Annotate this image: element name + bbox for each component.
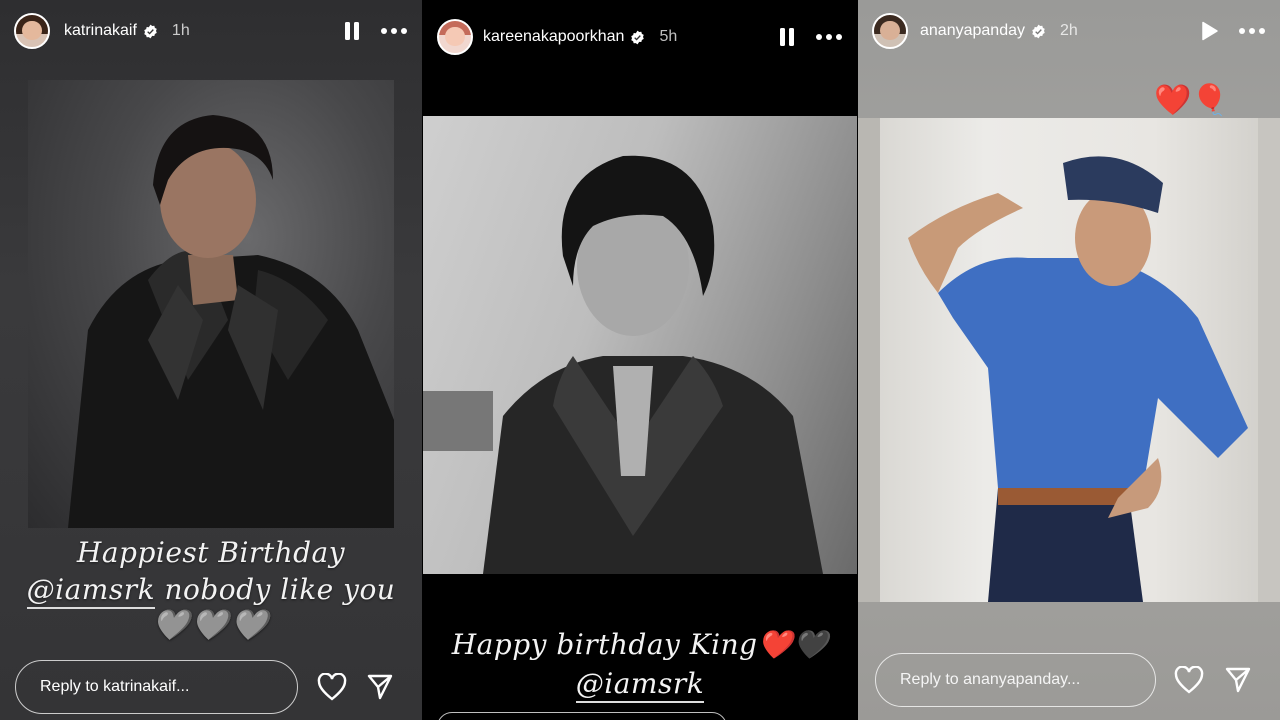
avatar[interactable] [437, 19, 473, 55]
like-button[interactable] [1173, 664, 1205, 696]
username[interactable]: ananyapanday [920, 22, 1025, 40]
story-caption: Happy birthday King❤️🖤 @iamsrk [423, 628, 857, 703]
avatar[interactable] [14, 13, 50, 49]
story-ananyapanday[interactable]: ananyapanday 2h ❤️🎈 Reply to ananyapanda… [858, 0, 1280, 720]
more-options-button[interactable] [1238, 17, 1266, 45]
verified-badge-icon [631, 30, 645, 44]
grey-hearts: 🩶🩶🩶 [151, 608, 271, 643]
avatar[interactable] [872, 13, 908, 49]
story-photo [423, 116, 857, 574]
play-button[interactable] [1196, 17, 1224, 45]
reply-input[interactable]: Reply to katrinakaif... [15, 660, 298, 714]
reply-input[interactable]: Reply to ananyapanday... [875, 653, 1156, 707]
reply-input-partial[interactable] [437, 712, 727, 720]
pause-button[interactable] [338, 17, 366, 45]
mention-link[interactable]: @iamsrk [26, 573, 156, 609]
story-header: katrinakaif 1h [0, 0, 422, 62]
more-options-icon [381, 28, 407, 34]
verified-badge-icon [144, 24, 157, 38]
caption-line-1: Happy birthday King❤️🖤 [451, 628, 829, 661]
caption-line-2: @iamsrk nobody like you [0, 573, 422, 609]
verified-badge-icon [1032, 24, 1045, 38]
pause-icon [345, 22, 359, 40]
share-button[interactable] [364, 671, 396, 703]
more-options-icon [1239, 28, 1265, 34]
story-photo [28, 80, 394, 528]
more-options-button[interactable] [380, 17, 408, 45]
more-options-button[interactable] [815, 23, 843, 51]
send-icon [367, 674, 393, 700]
story-katrinakaif[interactable]: katrinakaif 1h Happiest Birthday @iamsrk… [0, 0, 422, 720]
story-caption: Happiest Birthday @iamsrk nobody like yo… [0, 536, 422, 643]
caption-line-2-text: nobody like you [155, 573, 396, 606]
heart-outline-icon [317, 673, 347, 701]
username[interactable]: katrinakaif [64, 22, 137, 40]
heart-outline-icon [1174, 666, 1204, 694]
portrait-illustration [68, 115, 394, 528]
like-button[interactable] [316, 671, 348, 703]
caption-line-2: @iamsrk [423, 667, 857, 703]
send-icon [1225, 667, 1251, 693]
post-time: 5h [659, 28, 678, 45]
post-time: 1h [171, 22, 190, 39]
share-button[interactable] [1222, 664, 1254, 696]
story-photo [858, 118, 1280, 602]
pause-icon [780, 28, 794, 46]
portrait-illustration [858, 118, 1280, 602]
play-icon [1202, 21, 1218, 41]
username[interactable]: kareenakapoorkhan [483, 28, 624, 46]
story-header: kareenakapoorkhan 5h [423, 6, 857, 68]
story-header: ananyapanday 2h [858, 0, 1280, 62]
mention-link[interactable]: @iamsrk [575, 667, 705, 703]
sticker-heart-balloon: ❤️🎈 [1154, 84, 1229, 117]
post-time: 2h [1059, 22, 1078, 39]
more-options-icon [816, 34, 842, 40]
caption-line-1: Happiest Birthday [76, 536, 346, 569]
story-kareenakapoorkhan[interactable]: kareenakapoorkhan 5h Happy birthday King… [423, 0, 857, 720]
portrait-illustration [423, 155, 823, 574]
pause-button[interactable] [773, 23, 801, 51]
